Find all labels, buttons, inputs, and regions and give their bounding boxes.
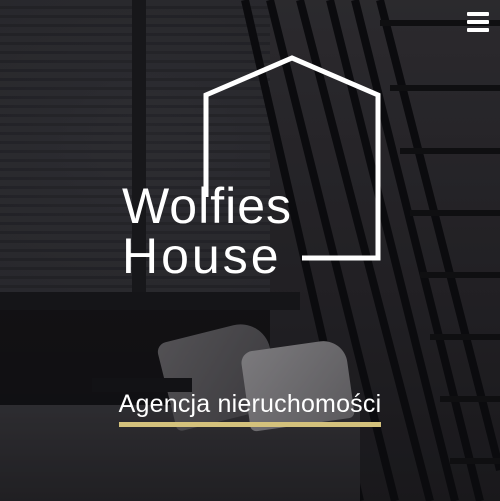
logo-text-line-1: Wolfies [122,178,293,234]
tagline-container: Agencja nieruchomości [0,390,500,427]
logo-text-line-2: House [122,228,282,284]
hero-tagline: Agencja nieruchomości [118,390,382,427]
hero-section: Wolfies House Agencja nieruchomości [0,0,500,501]
hamburger-menu-icon [467,28,489,32]
hamburger-menu-icon [467,12,489,16]
menu-button[interactable] [467,12,489,32]
site-logo[interactable]: Wolfies House [118,55,388,285]
hamburger-menu-icon [467,20,489,24]
